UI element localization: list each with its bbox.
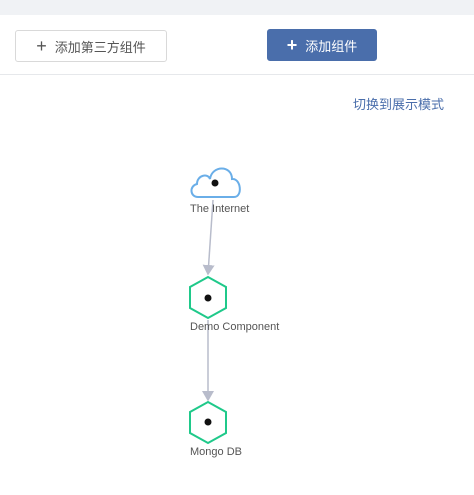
plus-icon: + [36, 36, 47, 56]
topology-graph [189, 167, 241, 445]
top-strip [0, 0, 474, 15]
topology-canvas[interactable]: The Internet Demo Component Mongo DB [0, 75, 474, 490]
node-dot [211, 179, 219, 187]
plus-icon: + [286, 35, 298, 55]
toolbar: + 添加第三方组件 + 添加组件 [0, 15, 474, 75]
add-component-button[interactable]: + 添加组件 [267, 29, 377, 61]
node-mongo-db[interactable] [189, 400, 227, 445]
add-component-label: 添加组件 [305, 38, 358, 54]
node-label-mongo-db: Mongo DB [190, 446, 242, 458]
node-internet[interactable] [190, 167, 241, 198]
node-dot [204, 294, 212, 302]
add-third-party-component-label: 添加第三方组件 [54, 39, 146, 55]
node-demo-component[interactable] [189, 275, 227, 320]
node-label-demo-component: Demo Component [190, 321, 280, 333]
add-third-party-component-button[interactable]: + 添加第三方组件 [15, 30, 167, 62]
node-dot [204, 418, 212, 426]
node-label-internet: The Internet [190, 203, 250, 215]
